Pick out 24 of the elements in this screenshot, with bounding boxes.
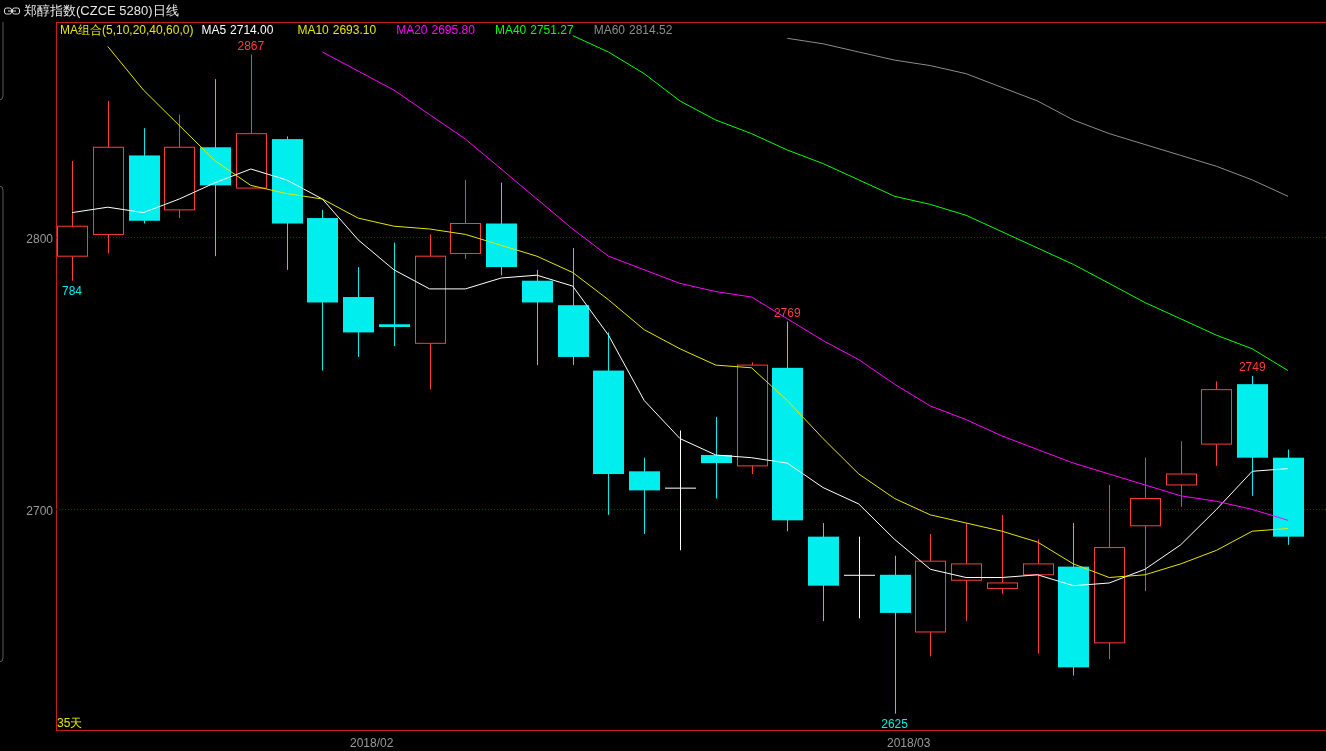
price-label: 2749 [1238, 360, 1266, 374]
candlestick [1166, 440, 1197, 508]
series-value: 2693.10 [332, 23, 377, 37]
series-value: 2751.27 [530, 23, 574, 37]
period-label: 35天 [57, 716, 83, 730]
axis-label: 2700 [26, 503, 53, 518]
series-name: MA10 [297, 23, 329, 37]
series-value: 2714.00 [230, 23, 274, 37]
series-value: 2814.52 [629, 23, 673, 37]
axis-label: 2018/03 [887, 736, 931, 750]
chart-title: 郑醇指数(CZCE 5280)日线 [24, 2, 179, 21]
price-label: 2625 [881, 716, 908, 731]
series-name: MA5 [201, 23, 227, 37]
price-label: 2769 [773, 305, 801, 320]
legend-title: MA组合(5,10,20,40,60,0) [60, 23, 194, 37]
series-name: MA60 [593, 23, 625, 37]
series-name: MA20 [396, 23, 428, 37]
price-label: 784 [62, 283, 82, 298]
toggle-icon[interactable] [4, 7, 20, 15]
axis-label: 2800 [26, 231, 53, 246]
series-name: MA40 [494, 23, 527, 37]
price-label: 2867 [237, 38, 265, 53]
axis-label: 2018/02 [350, 736, 394, 750]
series-value: 2695.80 [431, 23, 475, 37]
